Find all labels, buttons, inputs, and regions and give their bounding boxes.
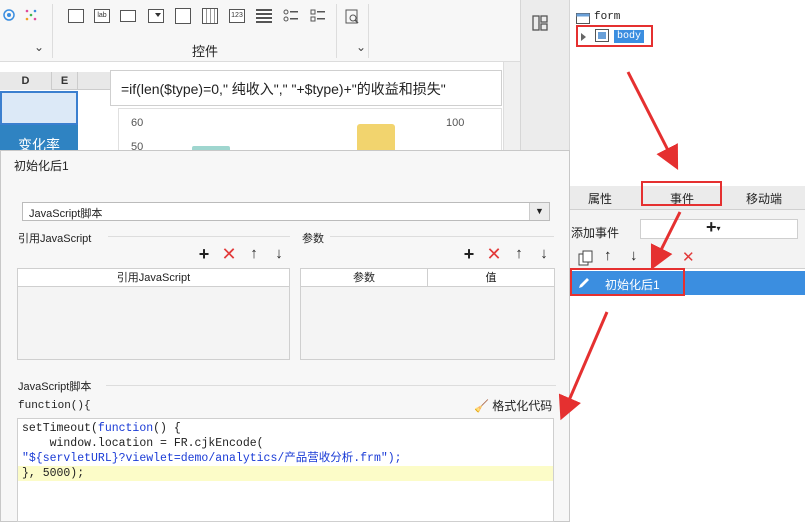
tab-properties[interactable]: 属性 xyxy=(588,190,612,207)
widget-toolbar: lab 123 xyxy=(0,0,520,62)
function-label: function(){ xyxy=(18,400,91,412)
delete-icon[interactable]: ✕ xyxy=(221,244,237,264)
ref-js-table[interactable]: 引用JavaScript xyxy=(17,268,290,360)
vertical-scrollbar[interactable] xyxy=(503,62,520,158)
copy-icon[interactable] xyxy=(578,250,594,266)
arrow-down-icon[interactable]: ↓ xyxy=(536,244,552,264)
chevron-down-icon[interactable]: ⌄ xyxy=(356,40,366,54)
toolbar-section-label: 控件 xyxy=(192,44,219,59)
code-line-2: window.location = FR.cjkEncode( xyxy=(22,437,264,450)
code-editor[interactable]: setTimeout(function() { window.location … xyxy=(17,418,554,522)
arrow-down-icon[interactable]: ↓ xyxy=(657,247,665,264)
code-line-1: setTimeout(function() { xyxy=(22,422,181,435)
add-event-icon[interactable]: +▾ xyxy=(706,217,721,238)
textfield-icon[interactable] xyxy=(68,9,84,23)
layout-icon[interactable] xyxy=(532,15,548,31)
params-column-header: 参数 xyxy=(301,269,427,287)
arrow-down-icon[interactable]: ↓ xyxy=(271,244,287,264)
tick-label: 60 xyxy=(131,117,144,129)
search-icon[interactable] xyxy=(345,9,361,24)
formula-tooltip: =if(len($type)=0," 纯收入"," "+$type)+"的收益和… xyxy=(110,70,502,106)
script-type-select[interactable]: JavaScript脚本 ▼ xyxy=(22,202,550,221)
ref-js-column-header: 引用JavaScript xyxy=(18,269,289,287)
tab-icon[interactable] xyxy=(175,8,191,24)
datepicker-icon[interactable] xyxy=(202,8,218,24)
delete-icon[interactable]: ✕ xyxy=(682,248,695,266)
js-script-label: JavaScript脚本 xyxy=(18,381,92,393)
textarea-icon[interactable] xyxy=(120,10,136,22)
sparkle-icon[interactable] xyxy=(24,8,38,22)
label-icon[interactable]: lab xyxy=(94,9,110,23)
add-icon[interactable]: + xyxy=(196,244,212,264)
select-value: JavaScript脚本 xyxy=(29,208,103,220)
form-icon xyxy=(576,13,590,24)
code-line-4: }, 5000); xyxy=(18,466,553,481)
value-column-header: 值 xyxy=(427,269,554,287)
number-icon[interactable]: 123 xyxy=(229,9,245,23)
palette-icon[interactable] xyxy=(2,8,16,22)
chevron-down-icon[interactable]: ▼ xyxy=(529,203,549,220)
list-icon[interactable] xyxy=(256,9,272,23)
checkbox-group-icon[interactable] xyxy=(310,9,326,23)
arrow-down-icon[interactable]: ↓ xyxy=(630,247,638,264)
radio-group-icon[interactable] xyxy=(283,9,299,23)
arrow-up-icon[interactable]: ↑ xyxy=(604,247,612,264)
delete-icon[interactable]: ✕ xyxy=(486,244,502,264)
tree-node-form[interactable]: form xyxy=(594,11,620,23)
add-event-label: 添加事件 xyxy=(571,226,620,240)
broom-icon: 🧹 xyxy=(474,399,489,413)
code-line-3: "${servletURL}?viewlet=demo/analytics/产品… xyxy=(22,452,402,465)
params-label: 参数 xyxy=(302,233,324,245)
format-code-label: 格式化代码 xyxy=(492,399,553,413)
column-d-header[interactable]: D xyxy=(0,72,52,90)
highlight-box xyxy=(576,25,653,47)
event-list xyxy=(570,268,805,522)
arrow-up-icon[interactable]: ↑ xyxy=(511,244,527,264)
format-code-button[interactable]: 🧹 格式化代码 xyxy=(474,397,552,414)
column-header: D E xyxy=(0,72,110,90)
column-e-header[interactable]: E xyxy=(52,72,78,90)
tab-mobile[interactable]: 移动端 xyxy=(746,190,782,207)
arrow-up-icon[interactable]: ↑ xyxy=(246,244,262,264)
highlight-box xyxy=(641,181,722,206)
add-icon[interactable]: + xyxy=(461,244,477,264)
combobox-icon[interactable] xyxy=(148,9,164,23)
highlight-box xyxy=(570,268,685,296)
dialog-title: 初始化后1 xyxy=(14,159,69,173)
tick-label: 100 xyxy=(446,117,465,129)
selected-cell[interactable] xyxy=(0,91,78,125)
chevron-down-icon[interactable]: ⌄ xyxy=(34,40,44,54)
params-table[interactable]: 参数 值 xyxy=(300,268,555,360)
ref-js-label: 引用JavaScript xyxy=(18,233,92,245)
